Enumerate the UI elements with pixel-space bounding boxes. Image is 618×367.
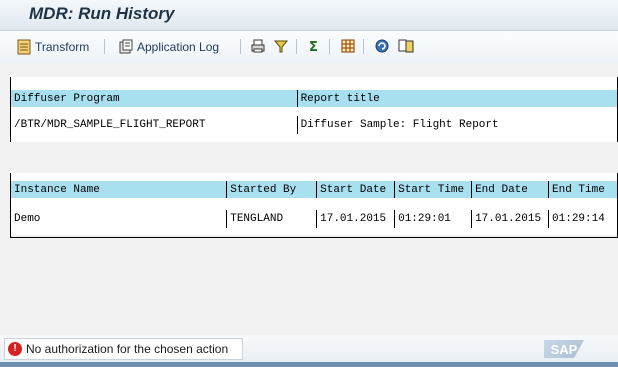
column-header[interactable]: Started By <box>226 181 318 198</box>
filter-icon[interactable] <box>273 38 289 54</box>
application-log-button[interactable]: Application Log <box>118 38 219 56</box>
toolbar-separator <box>104 39 105 54</box>
print-icon[interactable] <box>250 38 266 54</box>
column-header[interactable]: Diffuser Program <box>10 90 298 107</box>
column-header[interactable]: Start Date <box>316 181 396 198</box>
error-icon: ! <box>8 342 22 356</box>
status-message-text: No authorization for the chosen action <box>26 342 229 356</box>
transform-button[interactable]: Transform <box>16 38 89 56</box>
column-header[interactable]: Instance Name <box>9 181 228 198</box>
refresh-icon[interactable] <box>374 38 390 54</box>
toolbar-separator <box>296 39 297 54</box>
document-icon <box>17 39 31 55</box>
table-cell[interactable]: TENGLAND <box>226 210 318 228</box>
toolbar-separator <box>240 39 241 54</box>
compare-icon[interactable] <box>398 38 414 54</box>
column-header[interactable]: End Date <box>471 181 550 198</box>
table-header-row: Instance Name Started By Start Date Star… <box>9 181 618 198</box>
log-icon <box>119 39 133 54</box>
table-cell[interactable]: 17.01.2015 <box>471 210 550 228</box>
bottom-strip <box>0 362 618 367</box>
title-bar: MDR: Run History <box>0 0 618 31</box>
column-header[interactable]: Start Time <box>394 181 473 198</box>
sum-icon[interactable]: Σ <box>306 38 322 54</box>
table-cell[interactable]: 01:29:14 <box>548 210 618 228</box>
status-message[interactable]: ! No authorization for the chosen action <box>4 338 243 360</box>
table-cell[interactable]: /BTR/MDR_SAMPLE_FLIGHT_REPORT <box>10 116 298 134</box>
program-table: Diffuser Program Report title /BTR/MDR_S… <box>10 77 618 142</box>
page-title: MDR: Run History <box>29 4 175 23</box>
transform-label: Transform <box>35 40 90 54</box>
table-cell[interactable]: Diffuser Sample: Flight Report <box>296 116 618 134</box>
sap-logo: SAP <box>544 340 584 358</box>
toolbar-separator <box>329 39 330 54</box>
table-row[interactable]: Demo TENGLAND 17.01.2015 01:29:01 17.01.… <box>9 210 618 228</box>
table-cell[interactable]: 01:29:01 <box>394 210 473 228</box>
svg-text:Σ: Σ <box>309 40 318 54</box>
instance-table: Instance Name Started By Start Date Star… <box>9 173 618 235</box>
table-cell[interactable]: 17.01.2015 <box>316 210 396 228</box>
layout-grid-icon[interactable] <box>340 38 356 54</box>
table-row[interactable]: /BTR/MDR_SAMPLE_FLIGHT_REPORT Diffuser S… <box>10 116 618 134</box>
toolbar-separator <box>363 39 364 54</box>
column-header[interactable]: End Time <box>548 181 618 198</box>
table-header-row: Diffuser Program Report title <box>10 90 618 107</box>
table-cell[interactable]: Demo <box>9 210 228 228</box>
application-toolbar: Transform Application Log Σ <box>0 31 618 63</box>
application-log-label: Application Log <box>137 40 220 54</box>
column-header[interactable]: Report title <box>296 90 618 107</box>
